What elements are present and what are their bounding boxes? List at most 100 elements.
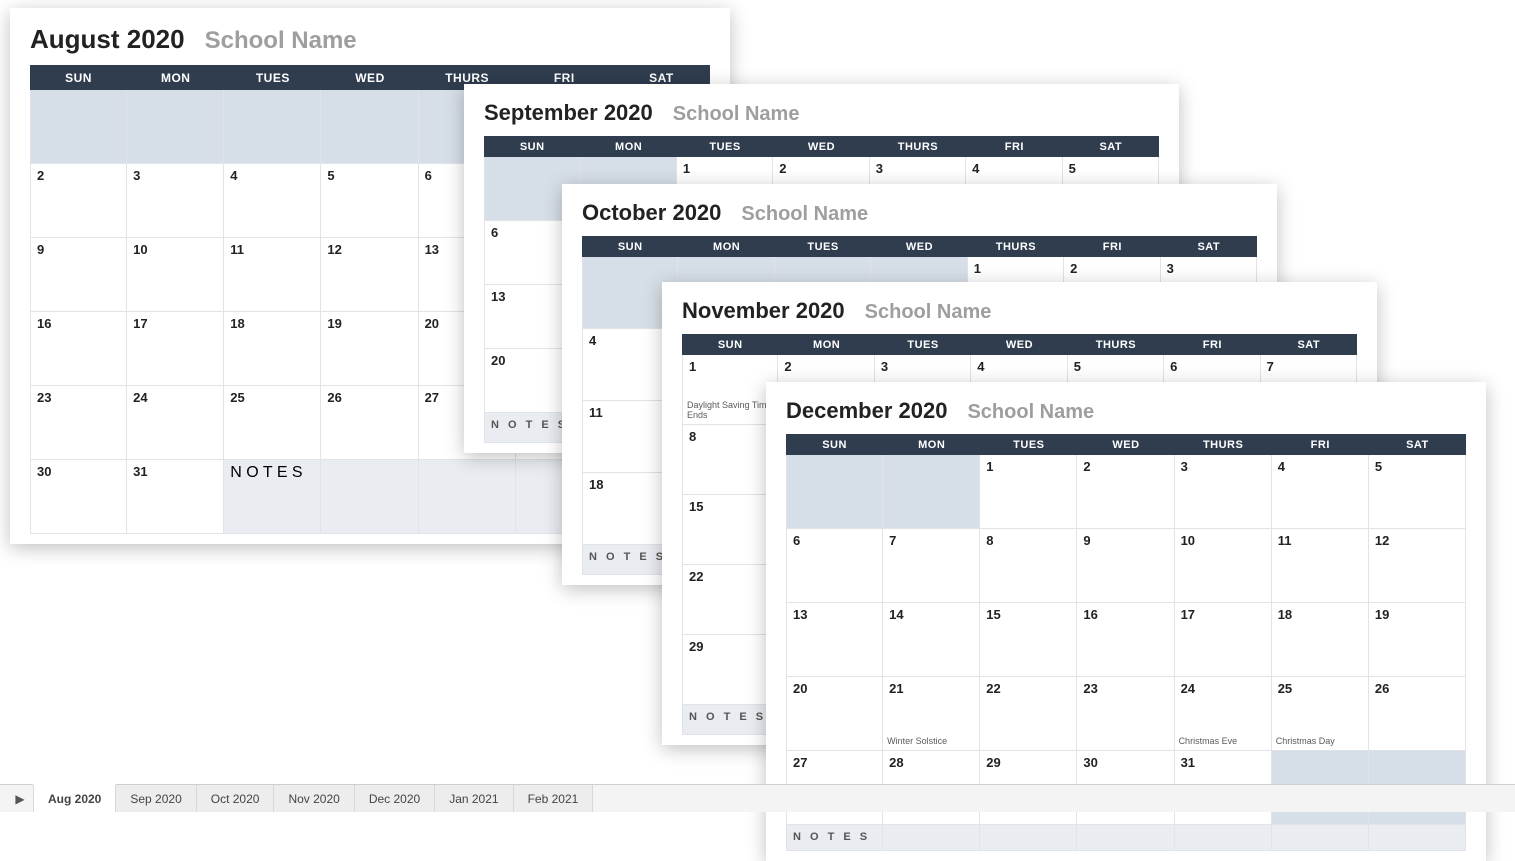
day-number: 3 <box>1181 459 1265 474</box>
calendar-cell[interactable]: 9 <box>1077 529 1174 603</box>
school-name: School Name <box>865 301 992 324</box>
day-number: 23 <box>1083 681 1167 696</box>
day-number: 2 <box>784 359 867 374</box>
calendar-cell[interactable]: 21Winter Solstice <box>883 677 980 751</box>
calendar-cell[interactable] <box>321 460 418 534</box>
calendar-cell[interactable]: 7 <box>883 529 980 603</box>
day-header: TUES <box>775 236 871 257</box>
calendar-cell[interactable]: 14 <box>883 603 980 677</box>
calendar-cell[interactable] <box>30 90 127 164</box>
calendar-cell[interactable]: 24 <box>127 386 224 460</box>
day-header: SAT <box>1063 136 1159 157</box>
calendar-cell[interactable]: 11 <box>1272 529 1369 603</box>
day-header: TUES <box>677 136 773 157</box>
sheet-tab[interactable]: Nov 2020 <box>273 785 354 812</box>
calendar-cell[interactable]: 17 <box>127 312 224 386</box>
calendar-cell[interactable] <box>127 90 224 164</box>
calendar-cell[interactable]: 6 <box>786 529 883 603</box>
day-number: 26 <box>1375 681 1459 696</box>
calendar-cell[interactable]: 31 <box>127 460 224 534</box>
calendar-cell[interactable] <box>419 460 516 534</box>
day-number: 3 <box>876 161 959 176</box>
sheet-tab[interactable]: Oct 2020 <box>196 785 275 812</box>
day-number: 8 <box>689 429 771 444</box>
calendar-cell[interactable]: 15 <box>980 603 1077 677</box>
calendar-cell[interactable]: 2 <box>1077 455 1174 529</box>
calendar-cell[interactable]: 9 <box>30 238 127 312</box>
day-header: SUN <box>484 136 580 157</box>
calendar-cell[interactable]: 13 <box>786 603 883 677</box>
event-label: Christmas Day <box>1276 737 1364 747</box>
day-header: MON <box>778 334 874 355</box>
day-number: 22 <box>689 569 771 584</box>
day-number: 20 <box>793 681 876 696</box>
calendar-cell[interactable]: 15 <box>682 495 778 565</box>
day-number: 25 <box>1278 681 1362 696</box>
calendar-cell[interactable]: 4 <box>1272 455 1369 529</box>
day-header: THURS <box>870 136 966 157</box>
day-number: 19 <box>327 316 411 331</box>
calendar-cell[interactable]: 19 <box>1369 603 1466 677</box>
calendar-cell[interactable]: 18 <box>1272 603 1369 677</box>
calendar-cell[interactable]: 5 <box>321 164 418 238</box>
day-number: 7 <box>889 533 973 548</box>
calendar-cell[interactable]: 11 <box>224 238 321 312</box>
calendar-cell[interactable]: 4 <box>224 164 321 238</box>
calendar-cell[interactable]: 17 <box>1175 603 1272 677</box>
sheet-tab[interactable]: Jan 2021 <box>434 785 513 812</box>
calendar-cell[interactable] <box>786 455 883 529</box>
calendar-cell[interactable]: 16 <box>30 312 127 386</box>
calendar-cell[interactable]: 22 <box>682 565 778 635</box>
calendar-cell[interactable]: 5 <box>1369 455 1466 529</box>
calendar-cell[interactable] <box>883 455 980 529</box>
calendar-cell[interactable]: 23 <box>1077 677 1174 751</box>
calendar-cell[interactable]: 22 <box>980 677 1077 751</box>
calendar-cell[interactable]: 16 <box>1077 603 1174 677</box>
calendar-cell[interactable]: 2 <box>30 164 127 238</box>
day-number: 2 <box>1083 459 1167 474</box>
day-number: 3 <box>1167 261 1250 276</box>
calendar-cell[interactable]: 3 <box>127 164 224 238</box>
calendar-cell[interactable]: 12 <box>321 238 418 312</box>
day-header: SUN <box>582 236 678 257</box>
day-header: THURS <box>1068 334 1164 355</box>
calendar-cell[interactable]: 26 <box>321 386 418 460</box>
calendar-cell[interactable]: 8 <box>682 425 778 495</box>
day-number: 15 <box>689 499 771 514</box>
calendar-cell[interactable]: 24Christmas Eve <box>1175 677 1272 751</box>
calendar-cell[interactable]: 26 <box>1369 677 1466 751</box>
calendar-cell[interactable] <box>224 90 321 164</box>
calendar-cell[interactable]: 23 <box>30 386 127 460</box>
sheet-tab[interactable]: Aug 2020 <box>33 784 116 812</box>
calendar-cell[interactable]: 20 <box>786 677 883 751</box>
notes-row: N O T E S <box>786 825 1466 851</box>
calendar-cell[interactable]: 18 <box>224 312 321 386</box>
calendar-cell[interactable]: 29 <box>682 635 778 705</box>
notes-label: N O T E S <box>230 464 314 482</box>
calendar-cell[interactable]: 10 <box>127 238 224 312</box>
sheet-tab[interactable]: Dec 2020 <box>354 785 435 812</box>
calendar-cell[interactable]: N O T E S <box>224 460 321 534</box>
calendar-cell[interactable] <box>321 90 418 164</box>
calendar-cell[interactable]: 1 <box>980 455 1077 529</box>
calendar-cell[interactable]: 3 <box>1175 455 1272 529</box>
sheet-tab[interactable]: Feb 2021 <box>513 785 594 812</box>
day-number: 18 <box>589 477 671 492</box>
month-title: December 2020 <box>786 398 947 424</box>
day-number: 3 <box>881 359 964 374</box>
tab-nav-prev[interactable]: ▶ <box>6 785 34 812</box>
day-number: 15 <box>986 607 1070 622</box>
calendar-cell[interactable]: 25 <box>224 386 321 460</box>
calendar-cell[interactable]: 12 <box>1369 529 1466 603</box>
day-number: 6 <box>793 533 876 548</box>
day-number: 26 <box>327 390 411 405</box>
calendar-cell[interactable]: 10 <box>1175 529 1272 603</box>
calendar-cell[interactable]: 1Daylight Saving Time Ends <box>682 355 778 425</box>
calendar-cell[interactable]: 19 <box>321 312 418 386</box>
calendar-cell[interactable]: 8 <box>980 529 1077 603</box>
sheet-tab[interactable]: Sep 2020 <box>115 785 196 812</box>
calendar-cell[interactable]: 30 <box>30 460 127 534</box>
day-number: 16 <box>37 316 120 331</box>
calendar-cell[interactable]: 25 Christmas Day <box>1272 677 1369 751</box>
day-number: 1 <box>986 459 1070 474</box>
